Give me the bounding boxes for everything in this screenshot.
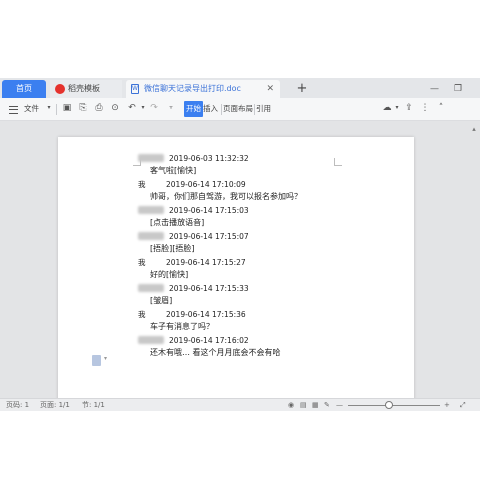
chat-message: [捂脸][捂脸] xyxy=(150,244,195,253)
chat-header: 我 2019-06-14 17:15:27 xyxy=(138,257,246,269)
tab-bar: 首页 稻壳模板 W 微信聊天记录导出打印.doc ✕ + — ❐ xyxy=(0,78,480,98)
file-menu[interactable]: 文件 xyxy=(24,101,39,117)
chat-message: [点击播放语音] xyxy=(150,218,205,227)
chevron-down-icon[interactable]: ▾ xyxy=(44,103,54,113)
blurred-name xyxy=(138,232,164,240)
print-icon[interactable]: ⎙ xyxy=(94,103,104,113)
tab-page-layout[interactable]: 页面布局 xyxy=(223,101,253,117)
menu-icon[interactable] xyxy=(9,106,18,114)
margin-corner-mark xyxy=(334,158,342,166)
chat-message: 帅哥，你们那自驾游，我可以报名参加吗？ xyxy=(150,192,302,201)
tab-template[interactable]: 稻壳模板 xyxy=(50,80,122,98)
toolbar: 文件 ▾ ▣ ⎘ ⎙ ⊙ ↶ ▾ ↷ ▿ 开始 插入 页面布局 引用 ☁ ▾ ⇪… xyxy=(0,98,480,121)
new-tab-button[interactable]: + xyxy=(294,80,310,98)
scroll-up-icon[interactable]: ▴ xyxy=(470,125,478,133)
chat-header: 2019-06-03 11:32:32 xyxy=(138,153,249,165)
tab-home[interactable]: 首页 xyxy=(2,80,46,98)
zoom-slider-handle[interactable] xyxy=(385,401,394,409)
chat-header: 我 2019-06-14 17:10:09 xyxy=(138,179,246,191)
redo-icon[interactable]: ↷ xyxy=(149,103,159,113)
undo-icon[interactable]: ↶ xyxy=(127,103,137,113)
zoom-out-icon[interactable]: — xyxy=(336,399,343,411)
chat-header: 2019-06-14 17:15:03 xyxy=(138,205,249,217)
document-float-icon[interactable] xyxy=(92,355,101,366)
close-tab-icon[interactable]: ✕ xyxy=(266,80,274,98)
tab-insert[interactable]: 插入 xyxy=(203,101,218,117)
docer-logo-icon xyxy=(55,84,65,94)
save-icon[interactable]: ▣ xyxy=(62,103,72,113)
chat-time: 2019-06-14 17:10:09 xyxy=(166,180,246,189)
undo-dropdown-icon[interactable]: ▾ xyxy=(138,103,148,113)
cloud-icon[interactable]: ☁ xyxy=(382,103,392,113)
chat-time: 2019-06-14 17:15:07 xyxy=(169,232,249,241)
status-pages[interactable]: 页面: 1/1 xyxy=(40,399,70,411)
tab-template-label: 稻壳模板 xyxy=(68,84,100,93)
divider xyxy=(221,104,222,115)
tab-reference[interactable]: 引用 xyxy=(256,101,271,117)
tab-start[interactable]: 开始 xyxy=(184,101,203,117)
tab-document[interactable]: W 微信聊天记录导出打印.doc ✕ xyxy=(126,80,280,98)
document-page[interactable]: 2019-06-03 11:32:32 客气啦[愉快] 我 2019-06-14 … xyxy=(58,137,414,398)
web-layout-icon[interactable]: ▦ xyxy=(312,399,319,411)
maximize-icon[interactable]: ❐ xyxy=(454,80,462,98)
chat-header: 我 2019-06-14 17:15:36 xyxy=(138,309,246,321)
preview-icon[interactable]: ⊙ xyxy=(110,103,120,113)
wps-writer-window: 首页 稻壳模板 W 微信聊天记录导出打印.doc ✕ + — ❐ 文件 ▾ ▣ … xyxy=(0,78,480,411)
chat-time: 2019-06-14 17:15:03 xyxy=(169,206,249,215)
chat-time: 2019-06-14 17:16:02 xyxy=(169,336,249,345)
word-doc-icon: W xyxy=(131,84,139,94)
status-section[interactable]: 节: 1/1 xyxy=(82,399,105,411)
divider xyxy=(254,104,255,115)
document-area: ▴ 2019-06-03 11:32:32 客气啦[愉快] 我 2019-06-1… xyxy=(0,121,480,398)
share-icon[interactable]: ⇪ xyxy=(404,103,414,113)
status-bar: 页码: 1 页面: 1/1 节: 1/1 ◉ ▤ ▦ ✎ — + ⤢ xyxy=(0,398,480,411)
chat-time: 2019-06-03 11:32:32 xyxy=(169,154,249,163)
divider xyxy=(56,104,57,115)
read-mode-icon[interactable]: ▤ xyxy=(300,399,307,411)
zoom-slider[interactable] xyxy=(348,405,440,406)
status-page-number[interactable]: 页码: 1 xyxy=(6,399,29,411)
zoom-in-icon[interactable]: + xyxy=(444,399,450,411)
fit-window-icon[interactable]: ⤢ xyxy=(460,399,466,411)
blurred-name xyxy=(138,154,164,162)
chat-message: [皱眉] xyxy=(150,296,173,305)
more-icon[interactable]: ▿ xyxy=(166,103,176,113)
chat-header: 2019-06-14 17:15:33 xyxy=(138,283,249,295)
collapse-icon[interactable]: ˄ xyxy=(436,103,446,113)
view-icon[interactable]: ◉ xyxy=(288,399,294,411)
chat-time: 2019-06-14 17:15:33 xyxy=(169,284,249,293)
chat-message: 客气啦[愉快] xyxy=(150,166,197,175)
blurred-name xyxy=(138,284,164,292)
edit-icon[interactable]: ✎ xyxy=(324,399,330,411)
chat-message: 好的[愉快] xyxy=(150,270,189,279)
export-icon[interactable]: ⎘ xyxy=(78,103,88,113)
chat-sender: 我 xyxy=(138,258,146,267)
chat-header: 2019-06-14 17:15:07 xyxy=(138,231,249,243)
more-options-icon[interactable]: ⋮ xyxy=(420,103,430,113)
chat-time: 2019-06-14 17:15:36 xyxy=(166,310,246,319)
chevron-down-icon[interactable]: ▾ xyxy=(104,355,107,362)
tab-document-label: 微信聊天记录导出打印.doc xyxy=(144,84,241,93)
chat-message: 车子有消息了吗？ xyxy=(150,322,214,331)
cloud-dropdown-icon[interactable]: ▾ xyxy=(392,103,402,113)
chat-time: 2019-06-14 17:15:27 xyxy=(166,258,246,267)
chat-header: 2019-06-14 17:16:02 xyxy=(138,335,249,347)
blurred-name xyxy=(138,336,164,344)
blurred-name xyxy=(138,206,164,214)
chat-sender: 我 xyxy=(138,180,146,189)
minimize-icon[interactable]: — xyxy=(430,80,439,98)
chat-sender: 我 xyxy=(138,310,146,319)
chat-message: 还木有哦… 看这个月月底会不会有哈 xyxy=(150,348,281,357)
